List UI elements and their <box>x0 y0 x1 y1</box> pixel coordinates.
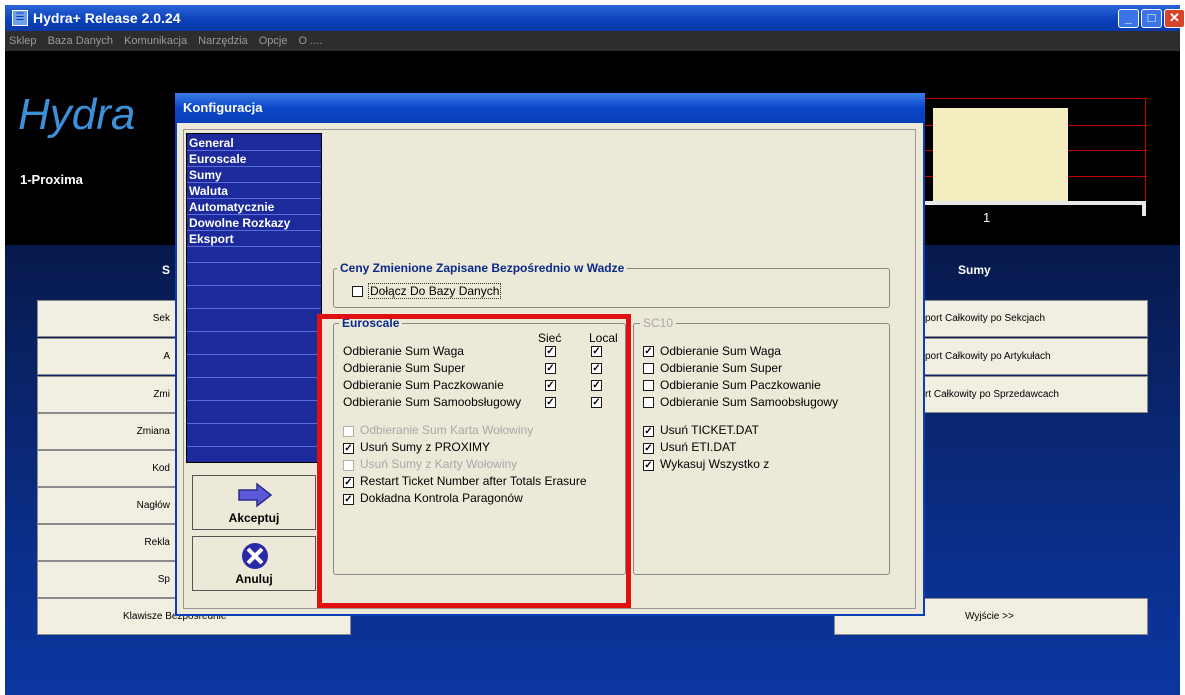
nav-item-general[interactable]: General <box>187 135 321 151</box>
maximize-button[interactable]: □ <box>1141 9 1162 28</box>
menu-opcje[interactable]: Opcje <box>259 35 288 47</box>
menu-sklep[interactable]: Sklep <box>9 35 37 47</box>
cancel-label: Anuluj <box>235 572 273 586</box>
sc10-row-label: Odbieranie Sum Waga <box>660 344 781 358</box>
nav-item-empty <box>187 385 321 401</box>
nav-item-empty <box>187 431 321 447</box>
dialog-titlebar[interactable]: Konfiguracja <box>175 93 925 123</box>
chart-axis <box>1145 98 1146 202</box>
nav-item-empty <box>187 293 321 309</box>
nav-item-empty <box>187 247 321 263</box>
sc10-checkbox[interactable]: ✓ <box>643 346 654 357</box>
sc10-option-label: Usuń ETI.DAT <box>660 440 737 454</box>
store-name: 1-Proxima <box>20 172 83 187</box>
window-title: Hydra+ Release 2.0.24 <box>33 10 181 26</box>
chart-gridline <box>925 98 1147 99</box>
nav-item-sumy[interactable]: Sumy <box>187 167 321 183</box>
app-icon: ☰ <box>12 10 28 26</box>
sc10-option-label: Usuń TICKET.DAT <box>660 423 759 437</box>
cancel-icon <box>242 543 268 569</box>
window-titlebar[interactable]: ☰ Hydra+ Release 2.0.24 _ □ ✕ <box>5 5 1185 31</box>
nav-item-euroscale[interactable]: Euroscale <box>187 151 321 167</box>
section-header-left: S <box>162 263 171 277</box>
ceny-checkbox[interactable] <box>352 286 363 297</box>
ceny-group-title: Ceny Zmienione Zapisane Bezpośrednio w W… <box>337 261 628 275</box>
sc10-option-label: Wykasuj Wszystko z <box>660 457 770 471</box>
accept-button[interactable]: Akceptuj <box>192 475 316 530</box>
menubar: Sklep Baza Danych Komunikacja Narzędzia … <box>5 31 1180 51</box>
nav-item-eksport[interactable]: Eksport <box>187 231 321 247</box>
sc10-option-checkbox[interactable]: ✓ <box>643 443 654 454</box>
menu-about[interactable]: O .... <box>299 35 323 47</box>
sc10-row-label: Odbieranie Sum Super <box>660 361 783 375</box>
accept-label: Akceptuj <box>228 511 280 525</box>
cancel-button[interactable]: Anuluj <box>192 536 316 591</box>
chart-baseline <box>925 201 1143 205</box>
sc10-row-label: Odbieranie Sum Samoobsługowy <box>660 395 839 409</box>
nav-item-empty <box>187 408 321 424</box>
hydra-logo: Hydra <box>18 90 136 139</box>
sc10-checkbox[interactable] <box>643 363 654 374</box>
nav-item-waluta[interactable]: Waluta <box>187 183 321 199</box>
close-button[interactable]: ✕ <box>1164 9 1185 28</box>
section-header-sumy: Sumy <box>958 263 991 277</box>
sc10-group-title: SC10 <box>640 316 677 330</box>
nav-item-empty <box>187 270 321 286</box>
nav-item-empty <box>187 362 321 378</box>
menu-narzedzia[interactable]: Narzędzia <box>198 35 248 47</box>
highlight-box <box>317 314 631 608</box>
dialog-title: Konfiguracja <box>183 100 263 115</box>
ceny-option-label: Dołącz Do Bazy Danych <box>368 283 502 299</box>
nav-item-automatycznie[interactable]: Automatycznie <box>187 199 321 215</box>
sc10-option-checkbox[interactable]: ✓ <box>643 426 654 437</box>
sc10-checkbox[interactable] <box>643 380 654 391</box>
menu-komunikacja[interactable]: Komunikacja <box>124 35 187 47</box>
chart-bar <box>933 108 1068 202</box>
menu-baza-danych[interactable]: Baza Danych <box>48 35 113 47</box>
sc10-option-checkbox[interactable]: ✓ <box>643 460 654 471</box>
minimize-button[interactable]: _ <box>1118 9 1139 28</box>
nav-item-dowolne-rozkazy[interactable]: Dowolne Rozkazy <box>187 215 321 231</box>
sc10-row-label: Odbieranie Sum Paczkowanie <box>660 378 821 392</box>
nav-item-empty <box>187 316 321 332</box>
sc10-checkbox[interactable] <box>643 397 654 408</box>
config-nav-list: General Euroscale Sumy Waluta Automatycz… <box>186 133 322 463</box>
nav-item-empty <box>187 339 321 355</box>
chart-x-label: 1 <box>983 210 991 225</box>
arrow-right-icon <box>238 482 273 508</box>
chart-baseline-end <box>1142 201 1146 216</box>
